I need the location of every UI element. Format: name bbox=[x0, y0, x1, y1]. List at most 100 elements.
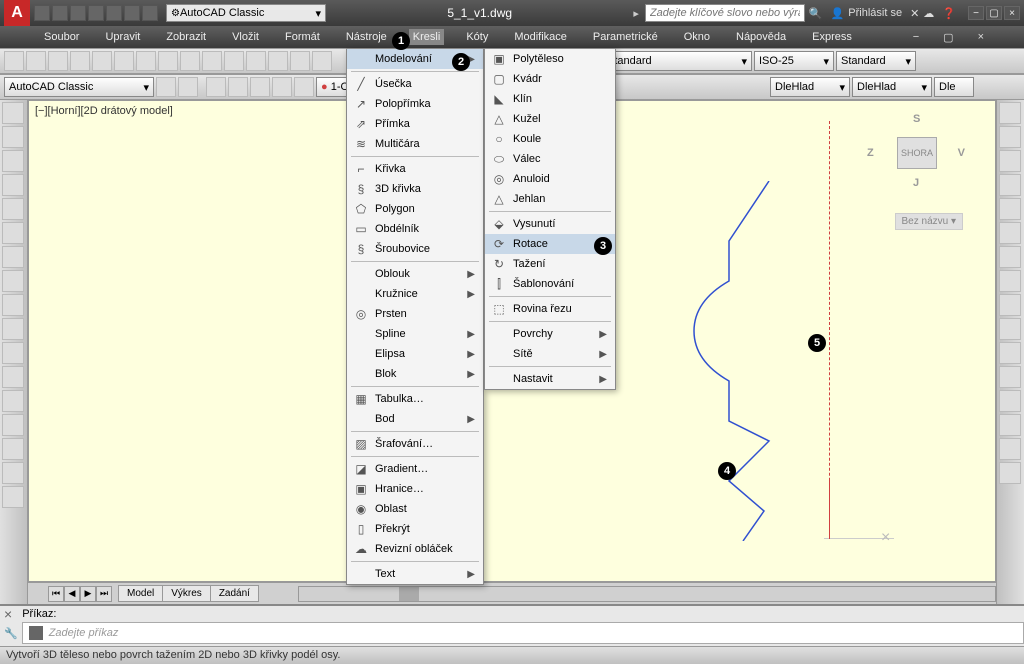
workspace-combo[interactable]: AutoCAD Classic▾ bbox=[4, 77, 154, 97]
modify-tool-icon[interactable] bbox=[999, 270, 1021, 292]
menu-item--roubovice[interactable]: §Šroubovice bbox=[347, 239, 483, 259]
exchange-icon[interactable]: ✕ bbox=[910, 7, 919, 20]
tool-btn[interactable] bbox=[250, 77, 270, 97]
tool-btn[interactable] bbox=[312, 51, 332, 71]
menu-nastroje[interactable]: Nástroje bbox=[342, 29, 391, 45]
tool-btn[interactable] bbox=[268, 51, 288, 71]
modify-tool-icon[interactable] bbox=[999, 294, 1021, 316]
qat-new-icon[interactable] bbox=[34, 5, 50, 21]
menu-modifikace[interactable]: Modifikace bbox=[510, 29, 571, 45]
modify-tool-icon[interactable] bbox=[999, 462, 1021, 484]
region-tool-icon[interactable] bbox=[2, 414, 24, 436]
vc-v[interactable]: V bbox=[958, 147, 965, 159]
menu-item-blok[interactable]: Blok▶ bbox=[347, 364, 483, 384]
menu-item-p-mka[interactable]: ⇗Přímka bbox=[347, 114, 483, 134]
spline-tool-icon[interactable] bbox=[2, 270, 24, 292]
menu-item--rafov-n-[interactable]: ▨Šrafování… bbox=[347, 434, 483, 454]
tool-btn[interactable] bbox=[180, 51, 200, 71]
tabstyle-combo[interactable]: Standard▾ bbox=[836, 51, 916, 71]
tab-next-button[interactable]: ▶ bbox=[80, 586, 96, 602]
tab-last-button[interactable]: ⏭ bbox=[96, 586, 112, 602]
dimstyle-combo[interactable]: ISO-25▾ bbox=[754, 51, 834, 71]
ellipse-tool-icon[interactable] bbox=[2, 294, 24, 316]
menu-item-ku-el[interactable]: △Kužel bbox=[485, 109, 615, 129]
qat-undo-icon[interactable] bbox=[124, 5, 140, 21]
menu-item-nastavit[interactable]: Nastavit▶ bbox=[485, 369, 615, 389]
modify-tool-icon[interactable] bbox=[999, 150, 1021, 172]
polygon-tool-icon[interactable] bbox=[2, 174, 24, 196]
menu-napoveda[interactable]: Nápověda bbox=[732, 29, 790, 45]
menu-item-tabulka-[interactable]: ▦Tabulka… bbox=[347, 389, 483, 409]
menu-item--se-ka[interactable]: ╱Úsečka bbox=[347, 74, 483, 94]
search-input[interactable] bbox=[645, 4, 805, 22]
menu-item-multi-ra[interactable]: ≋Multičára bbox=[347, 134, 483, 154]
block-tool-icon[interactable] bbox=[2, 318, 24, 340]
menu-item-oblast[interactable]: ◉Oblast bbox=[347, 499, 483, 519]
tab-prev-button[interactable]: ◀ bbox=[64, 586, 80, 602]
tool-btn[interactable] bbox=[206, 77, 226, 97]
menu-item-prsten[interactable]: ◎Prsten bbox=[347, 304, 483, 324]
circle-tool-icon[interactable] bbox=[2, 246, 24, 268]
login-button[interactable]: 👤 Přihlásit se bbox=[831, 7, 903, 20]
mdi-close-icon[interactable]: × bbox=[978, 31, 984, 43]
qat-print-icon[interactable] bbox=[106, 5, 122, 21]
linetype-combo[interactable]: DleHlad▾ bbox=[770, 77, 850, 97]
menu-item-kl-n[interactable]: ◣Klín bbox=[485, 89, 615, 109]
tab-first-button[interactable]: ⏮ bbox=[48, 586, 64, 602]
tool-btn[interactable] bbox=[294, 77, 314, 97]
modify-tool-icon[interactable] bbox=[999, 102, 1021, 124]
mdi-switch-icon[interactable]: ▸ bbox=[633, 7, 639, 20]
textstyle-combo[interactable]: Standard▾ bbox=[602, 51, 752, 71]
menu-item-s-t-[interactable]: Sítě▶ bbox=[485, 344, 615, 364]
command-input[interactable]: Zadejte příkaz bbox=[22, 622, 1024, 644]
tool-btn[interactable] bbox=[158, 51, 178, 71]
arc-tool-icon[interactable] bbox=[2, 222, 24, 244]
modify-tool-icon[interactable] bbox=[999, 174, 1021, 196]
menu-item--ablonov-n-[interactable]: ⫿Šablonování bbox=[485, 274, 615, 294]
tool-btn[interactable] bbox=[70, 51, 90, 71]
modify-tool-icon[interactable] bbox=[999, 414, 1021, 436]
rect-tool-icon[interactable] bbox=[2, 198, 24, 220]
menu-upravit[interactable]: Upravit bbox=[101, 29, 144, 45]
qat-saveas-icon[interactable] bbox=[88, 5, 104, 21]
menu-item-k-ivka[interactable]: ⌐Křivka bbox=[347, 159, 483, 179]
menu-item-vysunut-[interactable]: ⬙Vysunutí bbox=[485, 214, 615, 234]
menu-item-oblouk[interactable]: Oblouk▶ bbox=[347, 264, 483, 284]
menu-express[interactable]: Express bbox=[808, 29, 856, 45]
lineweight-combo[interactable]: DleHlad▾ bbox=[852, 77, 932, 97]
menu-item-jehlan[interactable]: △Jehlan bbox=[485, 189, 615, 209]
tool-btn[interactable] bbox=[228, 77, 248, 97]
tool-btn[interactable] bbox=[178, 77, 198, 97]
app-logo[interactable]: A bbox=[4, 0, 30, 26]
tool-btn[interactable] bbox=[272, 77, 292, 97]
workspace-select[interactable]: ⚙ AutoCAD Classic ▾ bbox=[166, 4, 326, 22]
menu-item-kv-dr[interactable]: ▢Kvádr bbox=[485, 69, 615, 89]
plotstyle-combo[interactable]: Dle bbox=[934, 77, 974, 97]
close-button[interactable]: × bbox=[1004, 6, 1020, 20]
line-tool-icon[interactable] bbox=[2, 102, 24, 124]
menu-item-anuloid[interactable]: ◎Anuloid bbox=[485, 169, 615, 189]
search-icon[interactable]: 🔍 bbox=[809, 7, 823, 20]
menu-item-p-ekr-t[interactable]: ▯Překrýt bbox=[347, 519, 483, 539]
menu-parametricke[interactable]: Parametrické bbox=[589, 29, 662, 45]
cloud-icon[interactable]: ☁ bbox=[923, 7, 934, 20]
menu-item-obd-ln-k[interactable]: ▭Obdélník bbox=[347, 219, 483, 239]
modify-tool-icon[interactable] bbox=[999, 222, 1021, 244]
menu-item-bod[interactable]: Bod▶ bbox=[347, 409, 483, 429]
modify-tool-icon[interactable] bbox=[999, 390, 1021, 412]
menu-item-koule[interactable]: ○Koule bbox=[485, 129, 615, 149]
vc-j[interactable]: J bbox=[913, 177, 919, 189]
vc-center[interactable]: SHORA bbox=[897, 137, 937, 169]
tool-btn[interactable] bbox=[156, 77, 176, 97]
menu-item-revizn-obl-ek[interactable]: ☁Revizní obláček bbox=[347, 539, 483, 559]
modify-tool-icon[interactable] bbox=[999, 342, 1021, 364]
mtext-tool-icon[interactable] bbox=[2, 462, 24, 484]
maximize-button[interactable]: ▢ bbox=[986, 6, 1002, 20]
menu-zobrazit[interactable]: Zobrazit bbox=[162, 29, 210, 45]
menu-item-elipsa[interactable]: Elipsa▶ bbox=[347, 344, 483, 364]
menu-item-ta-en-[interactable]: ↻Tažení bbox=[485, 254, 615, 274]
point-tool-icon[interactable] bbox=[2, 342, 24, 364]
vc-s[interactable]: S bbox=[913, 113, 920, 125]
qat-redo-icon[interactable] bbox=[142, 5, 158, 21]
gradient-tool-icon[interactable] bbox=[2, 390, 24, 412]
